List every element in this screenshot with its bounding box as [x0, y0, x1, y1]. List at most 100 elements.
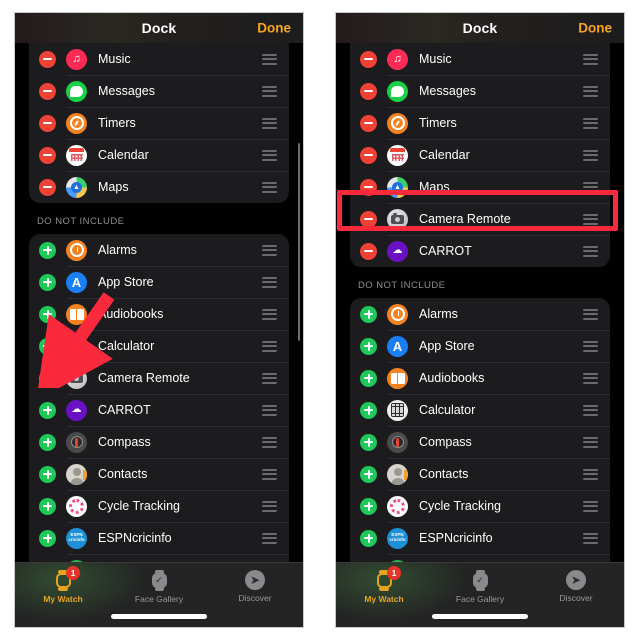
- reorder-handle-icon[interactable]: [262, 404, 277, 416]
- reorder-handle-icon[interactable]: [262, 117, 277, 129]
- list-item[interactable]: Alarms: [350, 298, 610, 330]
- list-item[interactable]: Compass: [350, 426, 610, 458]
- settings-scroll-area[interactable]: ♫ Music Messages Timers Calendar ▲ Maps DO NOT …: [15, 43, 303, 594]
- add-to-dock-button[interactable]: [360, 529, 377, 547]
- reorder-handle-icon[interactable]: [262, 85, 277, 97]
- settings-scroll-area[interactable]: ♫ Music Messages Timers Calendar ▲ Maps Camera …: [336, 43, 624, 594]
- tab-my-watch[interactable]: 1 My Watch: [15, 565, 111, 604]
- reorder-handle-icon[interactable]: [262, 181, 277, 193]
- list-item[interactable]: Calendar: [350, 139, 610, 171]
- reorder-handle-icon[interactable]: [583, 372, 598, 384]
- reorder-handle-icon[interactable]: [583, 53, 598, 65]
- reorder-handle-icon[interactable]: [583, 436, 598, 448]
- list-item[interactable]: A App Store: [350, 330, 610, 362]
- reorder-handle-icon[interactable]: [583, 181, 598, 193]
- list-item[interactable]: Calendar: [29, 139, 289, 171]
- reorder-handle-icon[interactable]: [262, 372, 277, 384]
- list-item[interactable]: Cycle Tracking: [29, 490, 289, 522]
- list-item[interactable]: Camera Remote: [29, 362, 289, 394]
- add-to-dock-button[interactable]: [360, 465, 377, 483]
- remove-from-dock-button[interactable]: [39, 178, 56, 196]
- reorder-handle-icon[interactable]: [583, 149, 598, 161]
- list-item[interactable]: Audiobooks: [29, 298, 289, 330]
- reorder-handle-icon[interactable]: [583, 532, 598, 544]
- list-item[interactable]: ☁ CARROT: [350, 235, 610, 267]
- list-item[interactable]: Timers: [29, 107, 289, 139]
- remove-from-dock-button[interactable]: [360, 210, 377, 228]
- reorder-handle-icon[interactable]: [583, 404, 598, 416]
- reorder-handle-icon[interactable]: [583, 213, 598, 225]
- list-item[interactable]: ESPN cricinfo ESPNcricinfo: [350, 522, 610, 554]
- reorder-handle-icon[interactable]: [583, 340, 598, 352]
- add-to-dock-button[interactable]: [39, 369, 56, 387]
- reorder-handle-icon[interactable]: [262, 340, 277, 352]
- remove-from-dock-button[interactable]: [39, 50, 56, 68]
- remove-from-dock-button[interactable]: [360, 242, 377, 260]
- reorder-handle-icon[interactable]: [262, 468, 277, 480]
- list-item[interactable]: A App Store: [29, 266, 289, 298]
- add-to-dock-button[interactable]: [39, 465, 56, 483]
- list-item[interactable]: ☁ CARROT: [29, 394, 289, 426]
- remove-from-dock-button[interactable]: [39, 114, 56, 132]
- tab-face-gallery[interactable]: ✓ Face Gallery: [432, 569, 528, 604]
- tab-discover[interactable]: ➤ Discover: [207, 570, 303, 603]
- reorder-handle-icon[interactable]: [583, 468, 598, 480]
- reorder-handle-icon[interactable]: [583, 245, 598, 257]
- tab-face-gallery[interactable]: ✓ Face Gallery: [111, 569, 207, 604]
- list-item[interactable]: ♫ Music: [29, 43, 289, 75]
- list-item[interactable]: Messages: [29, 75, 289, 107]
- remove-from-dock-button[interactable]: [360, 178, 377, 196]
- scrollbar[interactable]: [297, 143, 300, 341]
- add-to-dock-button[interactable]: [39, 529, 56, 547]
- add-to-dock-button[interactable]: [39, 241, 56, 259]
- remove-from-dock-button[interactable]: [360, 82, 377, 100]
- list-item[interactable]: Camera Remote: [350, 203, 610, 235]
- reorder-handle-icon[interactable]: [262, 244, 277, 256]
- list-item[interactable]: Calculator: [350, 394, 610, 426]
- reorder-handle-icon[interactable]: [262, 308, 277, 320]
- remove-from-dock-button[interactable]: [360, 146, 377, 164]
- add-to-dock-button[interactable]: [39, 497, 56, 515]
- add-to-dock-button[interactable]: [360, 305, 377, 323]
- list-item[interactable]: Cycle Tracking: [350, 490, 610, 522]
- tab-discover[interactable]: ➤ Discover: [528, 570, 624, 603]
- remove-from-dock-button[interactable]: [360, 50, 377, 68]
- reorder-handle-icon[interactable]: [262, 436, 277, 448]
- reorder-handle-icon[interactable]: [583, 117, 598, 129]
- add-to-dock-button[interactable]: [39, 433, 56, 451]
- list-item[interactable]: ▲ Maps: [350, 171, 610, 203]
- list-item[interactable]: Audiobooks: [350, 362, 610, 394]
- list-item[interactable]: Compass: [29, 426, 289, 458]
- remove-from-dock-button[interactable]: [39, 82, 56, 100]
- done-button[interactable]: Done: [578, 21, 612, 36]
- add-to-dock-button[interactable]: [39, 273, 56, 291]
- done-button[interactable]: Done: [257, 21, 291, 36]
- reorder-handle-icon[interactable]: [583, 85, 598, 97]
- tab-my-watch[interactable]: 1 My Watch: [336, 565, 432, 604]
- reorder-handle-icon[interactable]: [583, 500, 598, 512]
- reorder-handle-icon[interactable]: [262, 149, 277, 161]
- add-to-dock-button[interactable]: [360, 401, 377, 419]
- add-to-dock-button[interactable]: [39, 337, 56, 355]
- list-item[interactable]: ESPN cricinfo ESPNcricinfo: [29, 522, 289, 554]
- remove-from-dock-button[interactable]: [39, 146, 56, 164]
- list-item[interactable]: Messages: [350, 75, 610, 107]
- add-to-dock-button[interactable]: [360, 369, 377, 387]
- reorder-handle-icon[interactable]: [262, 500, 277, 512]
- reorder-handle-icon[interactable]: [583, 308, 598, 320]
- remove-from-dock-button[interactable]: [360, 114, 377, 132]
- add-to-dock-button[interactable]: [360, 433, 377, 451]
- list-item[interactable]: Timers: [350, 107, 610, 139]
- reorder-handle-icon[interactable]: [262, 53, 277, 65]
- list-item[interactable]: Contacts: [29, 458, 289, 490]
- add-to-dock-button[interactable]: [360, 497, 377, 515]
- add-to-dock-button[interactable]: [39, 305, 56, 323]
- reorder-handle-icon[interactable]: [262, 276, 277, 288]
- list-item[interactable]: Calculator: [29, 330, 289, 362]
- add-to-dock-button[interactable]: [360, 337, 377, 355]
- list-item[interactable]: Contacts: [350, 458, 610, 490]
- add-to-dock-button[interactable]: [39, 401, 56, 419]
- list-item[interactable]: Alarms: [29, 234, 289, 266]
- list-item[interactable]: ♫ Music: [350, 43, 610, 75]
- reorder-handle-icon[interactable]: [262, 532, 277, 544]
